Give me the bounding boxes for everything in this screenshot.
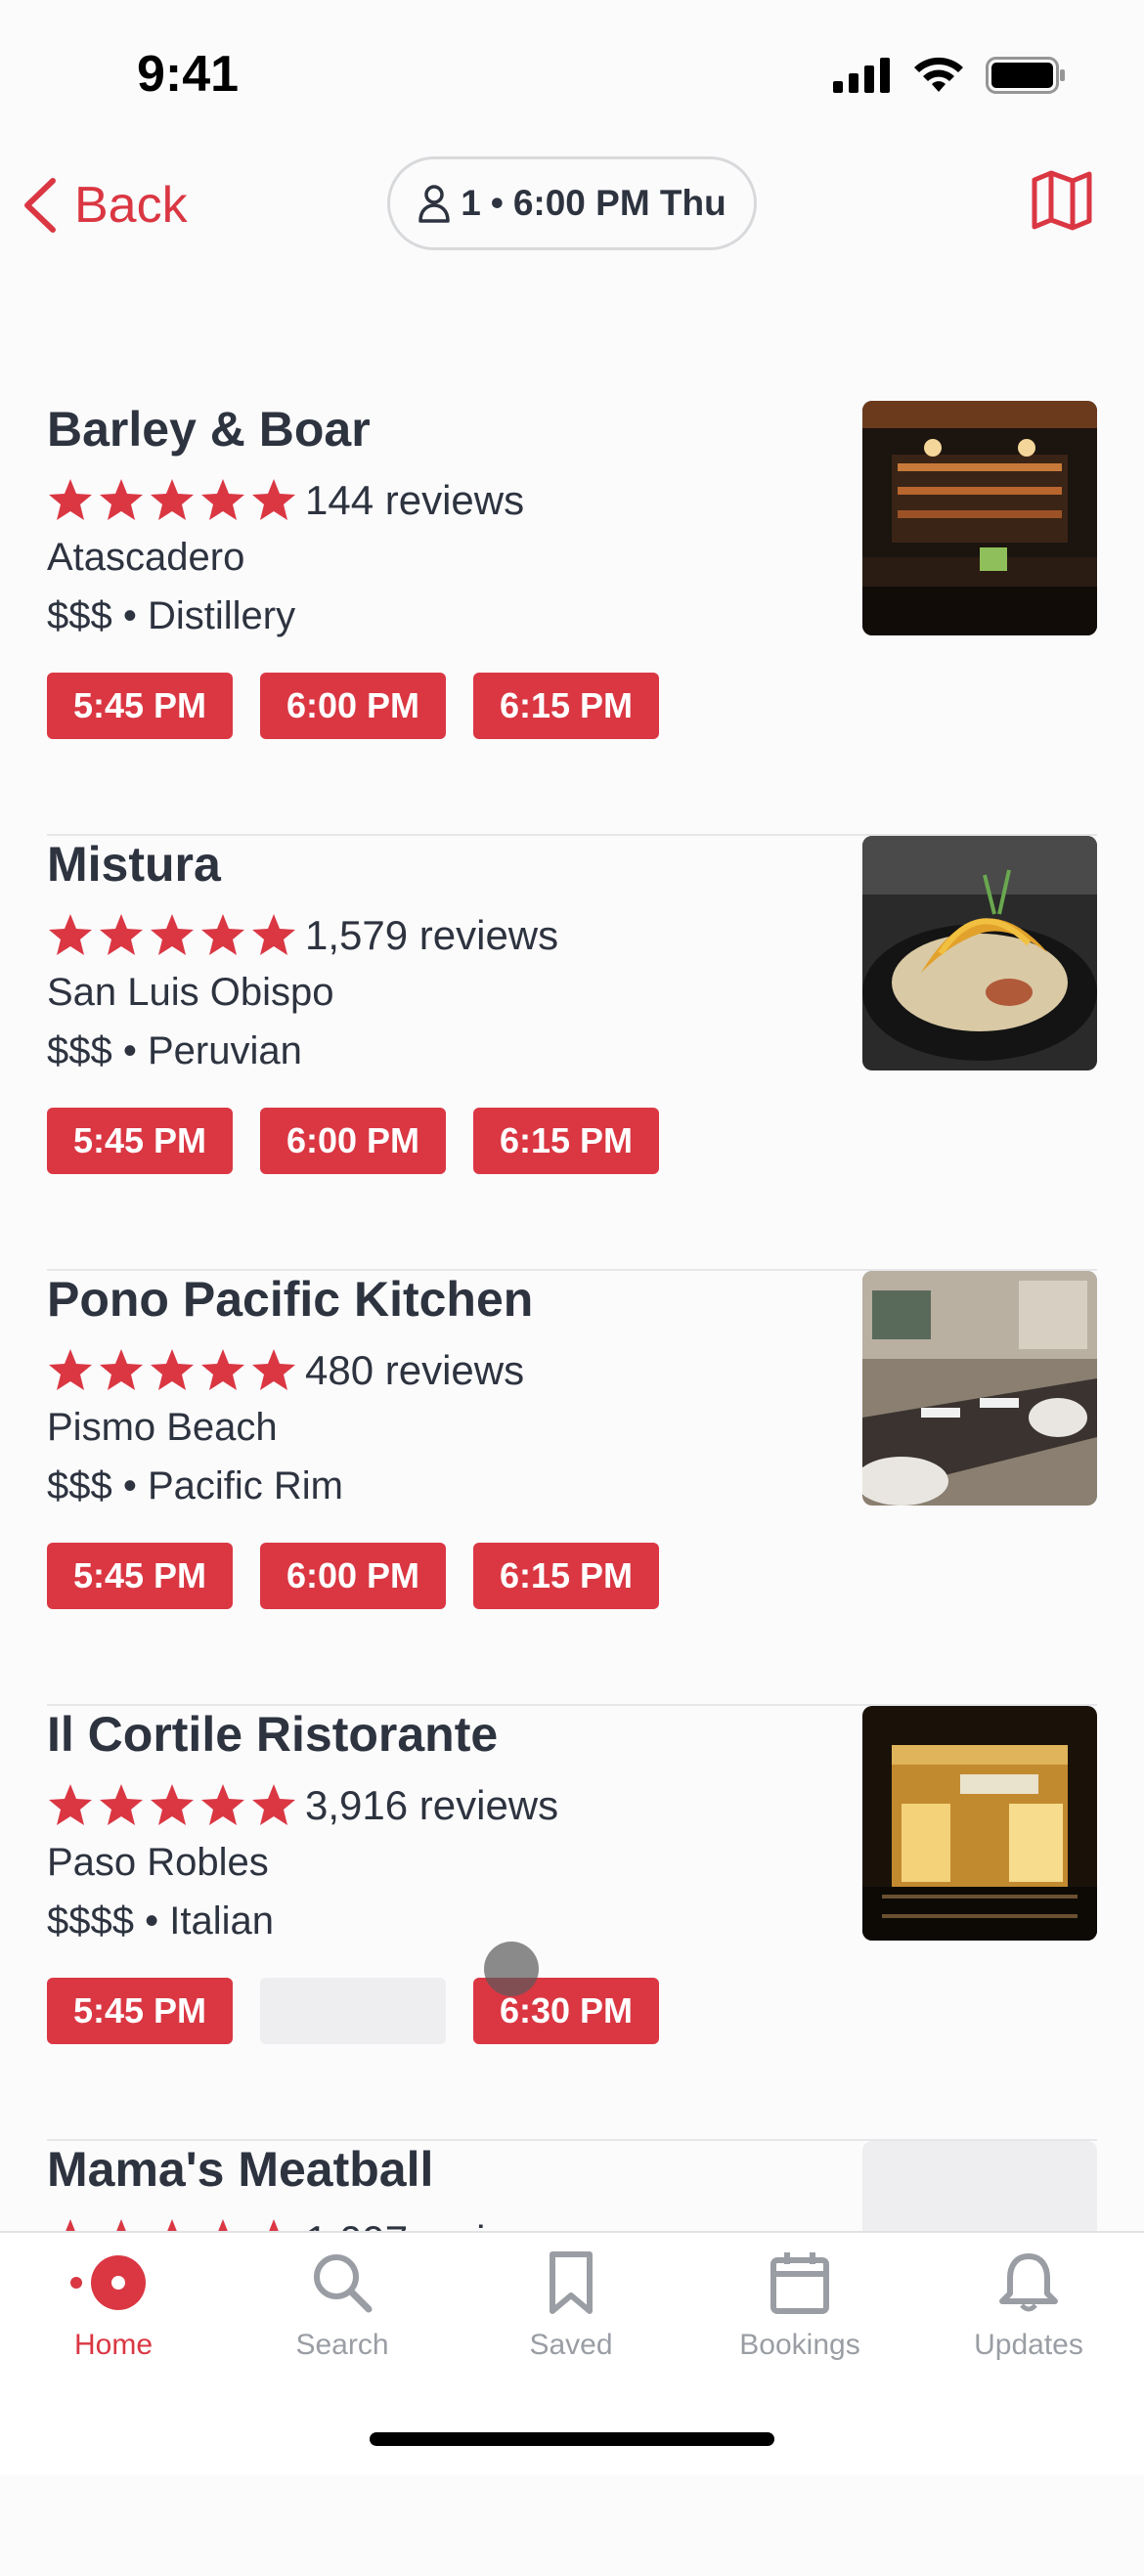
time-slot-unavailable xyxy=(260,1978,446,2044)
time-slots: 5:45 PM 6:30 PM xyxy=(47,1978,659,2044)
time-slot-button[interactable]: 5:45 PM xyxy=(47,1543,233,1609)
price-cuisine: $$$ • Peruvian xyxy=(47,1029,302,1072)
star-icon xyxy=(49,1349,92,1390)
back-button[interactable]: Back xyxy=(22,168,188,242)
tab-search[interactable]: Search xyxy=(244,2249,440,2405)
star-icon xyxy=(151,1349,194,1390)
navigation-bar: Back 1 • 6:00 PM Thu xyxy=(0,147,1144,264)
chevron-left-icon xyxy=(24,178,56,233)
restaurant-card[interactable]: Il Cortile Ristorante 3,916 reviews Paso… xyxy=(47,1706,1097,2141)
battery-icon xyxy=(986,57,1065,94)
calendar-icon xyxy=(770,2252,829,2314)
review-count: 144 reviews xyxy=(305,477,525,523)
price-cuisine: $$$ • Pacific Rim xyxy=(47,1464,343,1507)
tab-label: Bookings xyxy=(739,2329,860,2361)
star-icon xyxy=(151,479,194,520)
time-slot-button[interactable]: 6:15 PM xyxy=(473,1108,659,1174)
time-slot-button[interactable]: 5:45 PM xyxy=(47,1108,233,1174)
time-slot-button[interactable]: 6:15 PM xyxy=(473,1543,659,1609)
time-slots: 5:45 PM 6:00 PM 6:15 PM xyxy=(47,1108,659,1174)
restaurant-card[interactable]: Mistura 1,579 reviews San Luis Obispo $$… xyxy=(47,836,1097,1271)
wifi-icon xyxy=(914,57,963,92)
star-rating xyxy=(47,477,297,522)
star-icon xyxy=(201,1784,244,1825)
tab-label: Home xyxy=(73,2329,154,2361)
map-button[interactable] xyxy=(1031,170,1093,236)
reservation-time-day: 6:00 PM Thu xyxy=(512,183,726,223)
restaurant-city: San Luis Obispo xyxy=(47,971,334,1014)
time-slot-button[interactable]: 6:15 PM xyxy=(473,673,659,739)
star-icon xyxy=(49,1784,92,1825)
star-icon xyxy=(201,1349,244,1390)
tab-label: Search xyxy=(295,2329,389,2361)
search-icon xyxy=(314,2254,373,2313)
touch-indicator xyxy=(484,1942,539,1996)
star-icon xyxy=(100,1349,143,1390)
star-icon xyxy=(201,914,244,955)
home-icon xyxy=(70,2255,146,2310)
time-slot-button[interactable]: 6:00 PM xyxy=(260,1543,446,1609)
star-rating xyxy=(47,1782,297,1827)
star-rating xyxy=(47,912,297,957)
party-size: 1 xyxy=(461,183,481,223)
tab-bookings[interactable]: Bookings xyxy=(702,2249,898,2405)
restaurant-city: Atascadero xyxy=(47,536,245,579)
bookmark-icon xyxy=(550,2251,593,2314)
star-icon xyxy=(252,914,295,955)
status-bar: 9:41 xyxy=(0,0,1144,147)
signal-icon xyxy=(833,58,890,93)
restaurant-photo[interactable] xyxy=(862,1271,1097,1506)
separator-dot: • xyxy=(490,183,504,223)
review-count: 1,579 reviews xyxy=(305,912,559,958)
map-icon xyxy=(1032,170,1092,231)
star-icon xyxy=(49,479,92,520)
time-slot-button[interactable]: 6:00 PM xyxy=(260,673,446,739)
tab-home[interactable]: Home xyxy=(16,2249,211,2405)
time-slot-button[interactable]: 6:00 PM xyxy=(260,1108,446,1174)
tab-saved[interactable]: Saved xyxy=(473,2249,669,2405)
restaurant-photo[interactable] xyxy=(862,836,1097,1070)
restaurant-name[interactable]: Mama's Meatball xyxy=(47,2141,433,2198)
star-icon xyxy=(201,479,244,520)
star-icon xyxy=(252,1784,295,1825)
time-slot-button[interactable]: 5:45 PM xyxy=(47,1978,233,2044)
tab-updates[interactable]: Updates xyxy=(931,2249,1126,2405)
price-cuisine: $$$ • Distillery xyxy=(47,594,296,637)
price-cuisine: $$$$ • Italian xyxy=(47,1899,274,1943)
status-icons xyxy=(833,57,1066,94)
restaurant-card[interactable]: Pono Pacific Kitchen 480 reviews Pismo B… xyxy=(47,1271,1097,1706)
tab-label: Updates xyxy=(974,2329,1083,2361)
star-icon xyxy=(252,1349,295,1390)
time-slots: 5:45 PM 6:00 PM 6:15 PM xyxy=(47,1543,659,1609)
time-slots: 5:45 PM 6:00 PM 6:15 PM xyxy=(47,673,659,739)
time-slot-button[interactable]: 5:45 PM xyxy=(47,673,233,739)
restaurant-name[interactable]: Mistura xyxy=(47,836,221,893)
party-time-selector[interactable]: 1 • 6:00 PM Thu xyxy=(387,156,757,250)
status-time: 9:41 xyxy=(137,46,240,103)
review-count: 3,916 reviews xyxy=(305,1782,559,1828)
star-icon xyxy=(100,479,143,520)
restaurant-name[interactable]: Pono Pacific Kitchen xyxy=(47,1271,533,1328)
star-icon xyxy=(252,479,295,520)
star-icon xyxy=(151,1784,194,1825)
star-icon xyxy=(49,914,92,955)
bell-icon xyxy=(999,2253,1058,2312)
person-icon xyxy=(418,185,451,223)
back-label: Back xyxy=(74,177,188,234)
restaurant-card[interactable]: Barley & Boar 144 reviews Atascadero $$$… xyxy=(47,401,1097,836)
star-icon xyxy=(100,914,143,955)
star-icon xyxy=(100,1784,143,1825)
restaurant-photo[interactable] xyxy=(862,401,1097,635)
restaurant-name[interactable]: Il Cortile Ristorante xyxy=(47,1706,498,1763)
star-icon xyxy=(151,914,194,955)
restaurant-city: Pismo Beach xyxy=(47,1406,278,1449)
star-rating xyxy=(47,1347,297,1392)
restaurant-name[interactable]: Barley & Boar xyxy=(47,401,371,458)
tab-label: Saved xyxy=(529,2329,613,2361)
restaurant-city: Paso Robles xyxy=(47,1841,269,1884)
review-count: 480 reviews xyxy=(305,1347,525,1393)
restaurant-photo[interactable] xyxy=(862,1706,1097,1941)
home-indicator xyxy=(370,2432,774,2446)
